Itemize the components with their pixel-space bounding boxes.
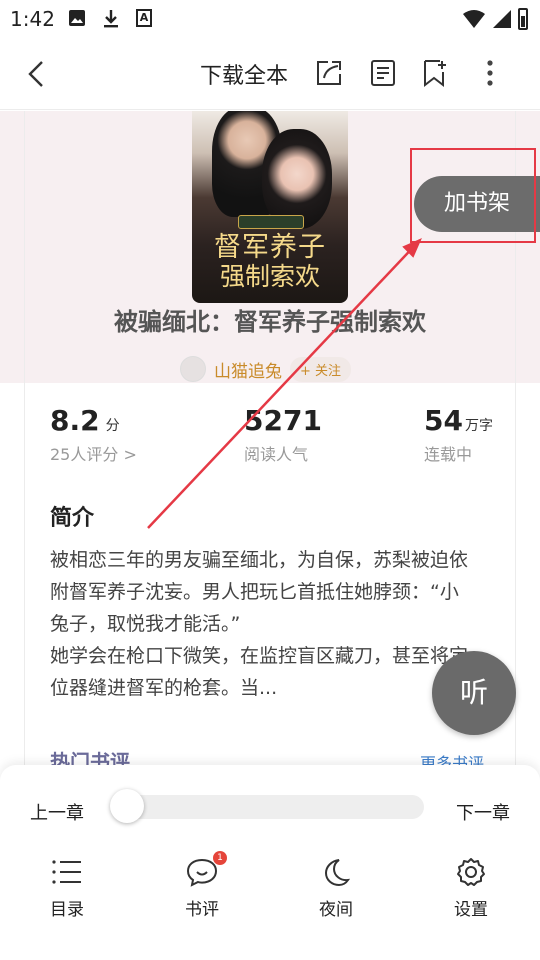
intro-heading: 简介 xyxy=(50,506,95,531)
reader-control-panel: 上一章 下一章 目录 1 书评 夜间 设置 xyxy=(0,765,540,960)
top-nav-bar: 下载全本 xyxy=(0,38,540,110)
serial-status-label: 连载中 xyxy=(424,445,473,464)
highlight-box xyxy=(410,148,536,243)
status-time: 1:42 xyxy=(10,7,55,31)
author-row: 山猫追兔 + 关注 xyxy=(180,354,352,384)
photo-icon xyxy=(69,10,85,26)
toc-button[interactable]: 目录 xyxy=(27,857,107,920)
next-chapter-button[interactable]: 下一章 xyxy=(456,799,510,825)
popularity-stat: 5271 阅读人气 xyxy=(244,404,322,465)
rating-stat[interactable]: 8.2 分 25人评分 > xyxy=(50,404,137,465)
word-count-stat: 54 万字 连载中 xyxy=(424,404,493,465)
chapter-progress-slider[interactable] xyxy=(112,795,424,819)
text-a-icon: A xyxy=(136,9,152,27)
settings-label: 设置 xyxy=(454,900,488,920)
download-icon xyxy=(104,10,118,28)
cover-title-line2: 强制索欢 xyxy=(219,262,320,291)
rating-count-label: 25人评分 > xyxy=(50,445,137,464)
author-name[interactable]: 山猫追兔 xyxy=(214,357,282,382)
night-mode-button[interactable]: 夜间 xyxy=(296,857,376,920)
follow-button[interactable]: + 关注 xyxy=(290,356,352,382)
list-icon xyxy=(52,860,81,884)
back-arrow-icon[interactable] xyxy=(22,58,54,90)
review-count-badge: 1 xyxy=(213,851,227,865)
bookmark-add-icon[interactable] xyxy=(420,58,450,88)
share-icon[interactable] xyxy=(314,58,344,88)
toc-label: 目录 xyxy=(50,900,84,920)
word-count-unit: 万字 xyxy=(464,418,493,434)
settings-button[interactable]: 设置 xyxy=(431,857,511,920)
notes-icon[interactable] xyxy=(368,58,398,88)
gear-icon xyxy=(457,858,485,886)
popularity-label: 阅读人气 xyxy=(244,445,309,464)
battery-icon xyxy=(518,8,528,30)
book-title: 被骗缅北：督军养子强制索欢 xyxy=(114,308,426,336)
moon-icon xyxy=(324,859,351,887)
prev-chapter-button[interactable]: 上一章 xyxy=(30,799,84,825)
slider-handle[interactable] xyxy=(110,789,144,823)
status-bar: 1:42 A xyxy=(0,0,540,38)
wifi-icon xyxy=(463,10,485,28)
rating-unit: 分 xyxy=(105,418,120,434)
night-mode-label: 夜间 xyxy=(319,900,353,920)
popularity-value: 5271 xyxy=(244,404,322,437)
download-all-button[interactable]: 下载全本 xyxy=(200,58,288,90)
word-count-value: 54 xyxy=(424,404,463,437)
more-options-icon[interactable] xyxy=(476,58,506,88)
author-avatar[interactable] xyxy=(180,356,206,382)
rating-value: 8.2 xyxy=(50,404,100,437)
cover-figure-woman xyxy=(262,129,332,229)
intro-text[interactable]: 被相恋三年的男友骗至缅北，为自保，苏梨被迫依附督军养子沈妄。男人把玩匕首抵住她脖… xyxy=(50,544,470,704)
book-review-label: 书评 xyxy=(185,900,219,920)
signal-icon xyxy=(493,10,511,28)
listen-audiobook-button[interactable]: 听 xyxy=(432,651,516,735)
book-review-button[interactable]: 1 书评 xyxy=(162,851,242,920)
book-cover-image[interactable]: 督军养子 强制索欢 xyxy=(192,111,348,303)
